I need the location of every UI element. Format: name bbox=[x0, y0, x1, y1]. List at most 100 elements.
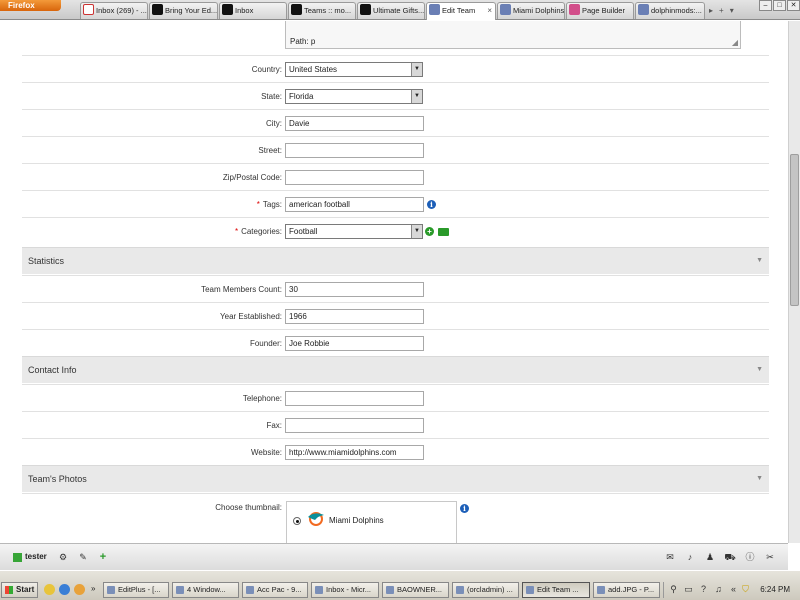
members-count-label: Team Members Count: bbox=[201, 285, 282, 294]
form-row-thumbnail: Choose thumbnail: Miami Dolphins i bbox=[22, 493, 769, 543]
telephone-input[interactable] bbox=[285, 391, 424, 406]
tab-scroll-right-icon[interactable]: ▸ bbox=[709, 6, 713, 15]
fax-input[interactable] bbox=[285, 418, 424, 433]
tab-inbox[interactable]: Inbox bbox=[219, 2, 287, 19]
page-scrollbar[interactable] bbox=[788, 21, 800, 543]
close-icon[interactable]: × bbox=[487, 3, 492, 18]
firefox-icon[interactable] bbox=[74, 584, 85, 595]
country-select[interactable]: United States ▼ bbox=[285, 62, 423, 77]
tools-icon[interactable]: ✂ bbox=[764, 551, 776, 563]
info-icon[interactable]: i bbox=[460, 504, 469, 513]
taskbar-baowner[interactable]: BAOWNER... bbox=[382, 582, 449, 598]
avatar[interactable] bbox=[13, 553, 22, 562]
close-window-icon[interactable]: ✕ bbox=[787, 0, 800, 11]
year-established-input[interactable]: 1966 bbox=[285, 309, 424, 324]
collapse-chevron-icon[interactable]: ▼ bbox=[756, 257, 763, 264]
tab-list-icon[interactable]: ▾ bbox=[730, 6, 734, 15]
start-button[interactable]: Start bbox=[1, 582, 38, 598]
boonex-icon bbox=[638, 4, 649, 15]
network-icon[interactable]: ⚲ bbox=[668, 584, 679, 595]
tab-ultimate-gifts[interactable]: Ultimate Gifts... bbox=[357, 2, 425, 19]
tab-edit-team[interactable]: Edit Team × bbox=[426, 2, 496, 20]
taskbar-windows-explorer[interactable]: 4 Window... bbox=[172, 582, 239, 598]
info-icon[interactable]: i bbox=[427, 200, 436, 209]
year-established-label: Year Established: bbox=[220, 312, 282, 321]
resize-grip-icon[interactable]: ◢ bbox=[732, 38, 738, 47]
taskbar-paint[interactable]: add.JPG - P... bbox=[593, 582, 660, 598]
gear-icon[interactable]: ⚙ bbox=[57, 551, 69, 563]
section-header-teams-photos[interactable]: Team's Photos ▼ bbox=[22, 465, 769, 492]
taskbar-orcladmin[interactable]: (orcladmin) ... bbox=[452, 582, 519, 598]
collapse-chevron-icon[interactable]: ▼ bbox=[756, 366, 763, 373]
section-title: Team's Photos bbox=[28, 474, 87, 484]
help-icon[interactable]: ? bbox=[698, 584, 709, 595]
chrome-icon[interactable] bbox=[44, 584, 55, 595]
tab-teams[interactable]: Teams :: mo... bbox=[288, 2, 356, 19]
founder-input[interactable]: Joe Robbie bbox=[285, 336, 424, 351]
minimize-icon[interactable]: – bbox=[759, 0, 772, 11]
add-icon[interactable]: + bbox=[97, 551, 109, 563]
display-icon[interactable]: ▭ bbox=[683, 584, 694, 595]
founder-label: Founder: bbox=[249, 339, 282, 348]
tags-input[interactable]: american football bbox=[285, 197, 424, 212]
tab-bring-your-ed[interactable]: Bring Your Ed... bbox=[149, 2, 218, 19]
scrollbar-thumb[interactable] bbox=[790, 154, 799, 306]
mail-icon[interactable]: ✉ bbox=[664, 551, 676, 563]
dolphin-icon bbox=[291, 4, 302, 15]
editor-path: Path: p bbox=[290, 37, 316, 46]
maximize-icon[interactable]: □ bbox=[773, 0, 786, 11]
taskbar-edit-team[interactable]: Edit Team ... bbox=[522, 582, 590, 598]
tab-miami-dolphins[interactable]: Miami Dolphins bbox=[497, 2, 565, 19]
collapse-chevron-icon[interactable]: ▼ bbox=[756, 475, 763, 482]
section-header-contact-info[interactable]: Contact Info ▼ bbox=[22, 356, 769, 383]
volume-icon[interactable]: ♫ bbox=[713, 584, 724, 595]
zip-label: Zip/Postal Code: bbox=[222, 173, 282, 182]
state-select[interactable]: Florida ▼ bbox=[285, 89, 423, 104]
thumbnail-radio[interactable] bbox=[293, 517, 301, 525]
folder-icon[interactable] bbox=[438, 228, 449, 236]
tab-dolphinmods[interactable]: dolphinmods:... bbox=[635, 2, 705, 19]
tags-label: * Tags: bbox=[256, 200, 282, 209]
section-title: Contact Info bbox=[28, 365, 77, 375]
section-header-statistics[interactable]: Statistics ▼ bbox=[22, 247, 769, 274]
page-content: Path: p ◢ Country: United States ▼ State:… bbox=[0, 21, 788, 543]
city-label: City: bbox=[266, 119, 282, 128]
chevron-down-icon: ▼ bbox=[411, 90, 422, 103]
taskbar-editplus[interactable]: EditPlus - [... bbox=[103, 582, 169, 598]
street-label: Street: bbox=[258, 146, 282, 155]
zip-input[interactable] bbox=[285, 170, 424, 185]
form-row-fax: Fax: bbox=[22, 411, 769, 438]
ie-icon[interactable] bbox=[59, 584, 70, 595]
cart-icon[interactable]: ⛟ bbox=[724, 551, 736, 563]
tab-page-builder[interactable]: Page Builder bbox=[566, 2, 634, 19]
categories-select[interactable]: Football ▼ bbox=[285, 224, 423, 239]
twitter-icon[interactable]: ♪ bbox=[684, 551, 696, 563]
state-label: State: bbox=[261, 92, 282, 101]
tray-expand-icon[interactable]: « bbox=[728, 584, 739, 595]
windows-taskbar: Start » EditPlus - [... 4 Window... Acc … bbox=[0, 570, 800, 600]
taskbar-outlook-inbox[interactable]: Inbox - Micr... bbox=[311, 582, 379, 598]
rich-text-editor[interactable]: Path: p ◢ bbox=[285, 21, 741, 49]
system-tray: ⚲ ▭ ? ♫ « ⛉ 6:24 PM bbox=[663, 582, 800, 598]
form-row-telephone: Telephone: bbox=[22, 384, 769, 411]
street-input[interactable] bbox=[285, 143, 424, 158]
edit-icon[interactable]: ✎ bbox=[77, 551, 89, 563]
website-label: Website: bbox=[251, 448, 282, 457]
user-icon[interactable]: ♟ bbox=[704, 551, 716, 563]
thumbnail-label: Choose thumbnail: bbox=[215, 503, 282, 512]
new-tab-icon[interactable]: + bbox=[719, 6, 724, 15]
firefox-menu-button[interactable]: Firefox bbox=[0, 0, 61, 11]
thumbnail-option-label: Miami Dolphins bbox=[329, 516, 384, 525]
shield-icon[interactable]: ⛉ bbox=[740, 584, 751, 595]
chevron-down-icon: ▼ bbox=[411, 63, 422, 76]
username-link[interactable]: tester bbox=[25, 552, 47, 561]
website-input[interactable]: http://www.miamidolphins.com bbox=[285, 445, 424, 460]
members-count-input[interactable]: 30 bbox=[285, 282, 424, 297]
dolphins-logo-icon bbox=[308, 512, 324, 526]
info-circle-icon[interactable]: ⓘ bbox=[744, 551, 756, 563]
add-category-icon[interactable]: + bbox=[425, 227, 434, 236]
tab-gmail-inbox[interactable]: Inbox (269) - ... bbox=[80, 2, 148, 19]
city-input[interactable]: Davie bbox=[285, 116, 424, 131]
taskbar-acc-pac[interactable]: Acc Pac - 9... bbox=[242, 582, 308, 598]
quicklaunch-more-icon[interactable]: » bbox=[91, 584, 95, 593]
